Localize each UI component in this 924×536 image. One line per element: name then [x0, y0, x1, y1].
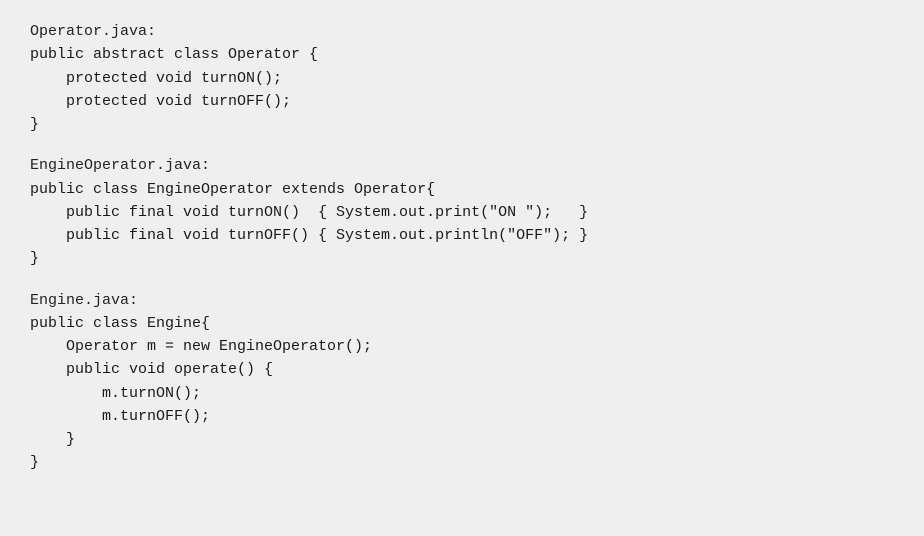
engine-block: Engine.java:public class Engine{ Operato…	[30, 289, 894, 475]
code-line: public final void turnOFF() { System.out…	[30, 224, 894, 247]
operator-block: Operator.java:public abstract class Oper…	[30, 20, 894, 136]
code-line: }	[30, 428, 894, 451]
code-line: }	[30, 451, 894, 474]
code-line: protected void turnON();	[30, 67, 894, 90]
code-line: public void operate() {	[30, 358, 894, 381]
code-line: public class EngineOperator extends Oper…	[30, 178, 894, 201]
code-line: Operator m = new EngineOperator();	[30, 335, 894, 358]
filename-label: Operator.java:	[30, 20, 894, 43]
engineoperator-block: EngineOperator.java:public class EngineO…	[30, 154, 894, 270]
code-container: Operator.java:public abstract class Oper…	[0, 0, 924, 536]
code-line: public class Engine{	[30, 312, 894, 335]
code-line: protected void turnOFF();	[30, 90, 894, 113]
code-line: }	[30, 247, 894, 270]
filename-label: EngineOperator.java:	[30, 154, 894, 177]
code-line: public abstract class Operator {	[30, 43, 894, 66]
code-line: m.turnON();	[30, 382, 894, 405]
code-line: m.turnOFF();	[30, 405, 894, 428]
code-line: public final void turnON() { System.out.…	[30, 201, 894, 224]
code-line: }	[30, 113, 894, 136]
filename-label: Engine.java:	[30, 289, 894, 312]
